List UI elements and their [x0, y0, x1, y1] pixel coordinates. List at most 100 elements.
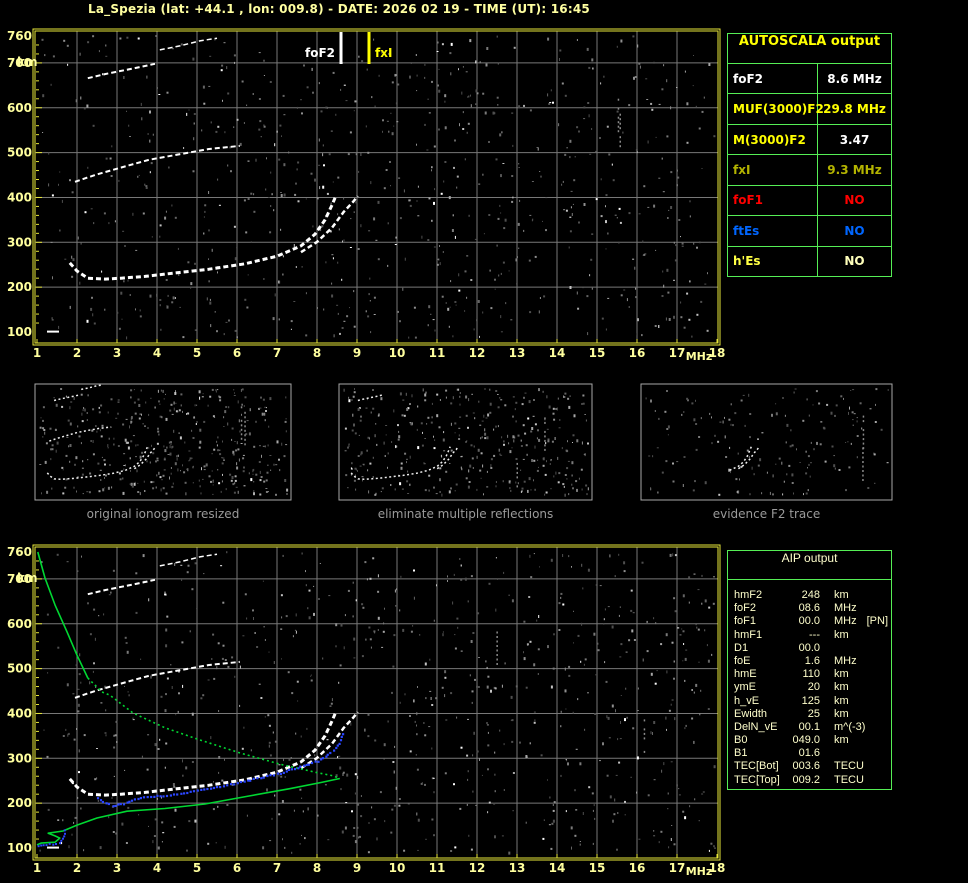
svg-text:10: 10 — [389, 346, 406, 360]
svg-text:500: 500 — [7, 662, 32, 676]
svg-text:16: 16 — [629, 346, 646, 360]
autoscala-row-label: foF1 — [728, 185, 818, 216]
autoscala-table-header: AUTOSCALA output — [728, 34, 891, 64]
svg-text:300: 300 — [7, 751, 32, 765]
aip-value: 125 — [801, 694, 820, 707]
autoscala-app-window: 760 700 600 500 400 300 200 100 km 1 2 3 4 5 6 7 8 9 10 11 1… — [0, 0, 968, 883]
autoscala-row-label: fxI — [728, 155, 818, 185]
svg-text:14: 14 — [549, 346, 566, 360]
svg-text:600: 600 — [7, 617, 32, 631]
autoscala-row-value: 8.6 MHz — [827, 71, 882, 86]
aip-row: foF2 08.6 MHz — [728, 602, 891, 615]
aip-unit: MHz — [834, 654, 857, 667]
svg-text:foF2: foF2 — [305, 46, 335, 60]
aip-value: 00.0 — [798, 641, 820, 654]
aip-output-table: AIP output hmF2 248 km foF2 08.6 MHz foF1 00.0 M… — [727, 550, 892, 790]
aip-unit: km — [834, 707, 849, 720]
aip-value: 01.6 — [798, 747, 820, 760]
aip-unit: km — [834, 734, 849, 747]
aip-unit: km — [834, 694, 849, 707]
autoscala-row-label: MUF(3000)F2 — [728, 94, 824, 124]
svg-text:7: 7 — [273, 346, 281, 360]
svg-text:1: 1 — [33, 861, 41, 875]
svg-text:6: 6 — [233, 861, 241, 875]
svg-text:100: 100 — [7, 325, 32, 339]
aip-unit: TECU — [834, 773, 864, 786]
aip-label: ymE — [734, 681, 756, 694]
svg-text:200: 200 — [7, 280, 32, 294]
autoscala-row: foF1 NO — [728, 185, 891, 217]
aip-value: 00.1 — [798, 720, 820, 733]
svg-text:6: 6 — [233, 346, 241, 360]
aip-label: B0 — [734, 734, 748, 747]
svg-text:3: 3 — [113, 861, 121, 875]
autoscala-output-table: AUTOSCALA output foF2 8.6 MHz MUF(3000)F2 2… — [727, 33, 892, 277]
aip-unit: MHz — [834, 615, 857, 628]
svg-text:1: 1 — [33, 346, 41, 360]
aip-row: Ewidth 25 km — [728, 708, 891, 721]
svg-text:760: 760 — [7, 545, 32, 559]
svg-text:12: 12 — [469, 861, 486, 875]
autoscala-row: ftEs NO — [728, 216, 891, 247]
station-title: La_Spezia (lat: +44.1 , lon: 009.8) - DA… — [88, 2, 590, 16]
aip-row: B0 049.0 km — [728, 734, 891, 747]
aip-row: hmF2 248 km — [728, 589, 891, 602]
svg-text:200: 200 — [7, 796, 32, 810]
aip-value: 08.6 — [798, 602, 820, 615]
autoscala-row-label: h'Es — [728, 246, 818, 276]
aip-label: B1 — [734, 747, 748, 760]
aip-value: 003.6 — [792, 760, 820, 773]
autoscala-row-value: NO — [844, 223, 865, 238]
aip-label: D1 — [734, 641, 749, 654]
svg-text:400: 400 — [7, 706, 32, 720]
aip-unit: km — [834, 668, 849, 681]
autoscala-row-label: foF2 — [728, 64, 818, 94]
svg-text:4: 4 — [153, 346, 161, 360]
svg-text:8: 8 — [313, 346, 321, 360]
svg-text:7: 7 — [273, 861, 281, 875]
svg-text:9: 9 — [353, 346, 361, 360]
autoscala-row-label: ftEs — [728, 216, 818, 246]
aip-table-header: AIP output — [728, 551, 891, 580]
aip-unit: km — [834, 628, 849, 641]
aip-unit: MHz — [834, 602, 857, 615]
aip-table-body: hmF2 248 km foF2 08.6 MHz foF1 00.0 MHz [PN] hmF1 -… — [728, 580, 891, 787]
svg-text:5: 5 — [193, 346, 201, 360]
aip-value: 009.2 — [792, 773, 820, 786]
svg-text:11: 11 — [429, 861, 446, 875]
svg-text:km: km — [17, 55, 37, 69]
aip-label: h_vE — [734, 694, 760, 707]
svg-text:9: 9 — [353, 861, 361, 875]
autoscala-row-value: NO — [844, 193, 865, 208]
aip-value: 25 — [807, 707, 820, 720]
svg-text:17: 17 — [669, 861, 686, 875]
svg-text:4: 4 — [153, 861, 161, 875]
svg-text:760: 760 — [7, 29, 32, 43]
autoscala-row-value: 3.47 — [839, 132, 870, 147]
aip-value: 049.0 — [792, 734, 820, 747]
svg-text:fxI: fxI — [375, 46, 392, 60]
svg-text:600: 600 — [7, 101, 32, 115]
svg-text:15: 15 — [589, 346, 606, 360]
aip-label: foE — [734, 654, 751, 667]
aip-value: 110 — [802, 668, 820, 681]
autoscala-row: fxI 9.3 MHz — [728, 155, 891, 186]
aip-row: hmE 110 km — [728, 668, 891, 681]
aip-label: Ewidth — [734, 707, 768, 720]
aip-label: foF2 — [734, 602, 757, 615]
panel-label-evidence: evidence F2 trace — [712, 507, 821, 521]
autoscala-row-value: 29.8 MHz — [823, 102, 886, 117]
panel-label-original: original ionogram resized — [86, 507, 240, 521]
aip-label: hmF2 — [734, 589, 763, 601]
aip-row: foE 1.6 MHz — [728, 655, 891, 668]
aip-row: h_vE 125 km — [728, 695, 891, 708]
svg-text:10: 10 — [389, 861, 406, 875]
aip-row: DelN_vE 00.1 m^(-3) — [728, 721, 891, 734]
svg-text:3: 3 — [113, 346, 121, 360]
aip-row: hmF1 --- km — [728, 629, 891, 642]
svg-text:12: 12 — [469, 346, 486, 360]
aip-label: foF1 — [734, 615, 757, 628]
svg-text:15: 15 — [589, 861, 606, 875]
aip-row: TEC[Top] 009.2 TECU — [728, 774, 891, 787]
autoscala-row: h'Es NO — [728, 246, 891, 276]
